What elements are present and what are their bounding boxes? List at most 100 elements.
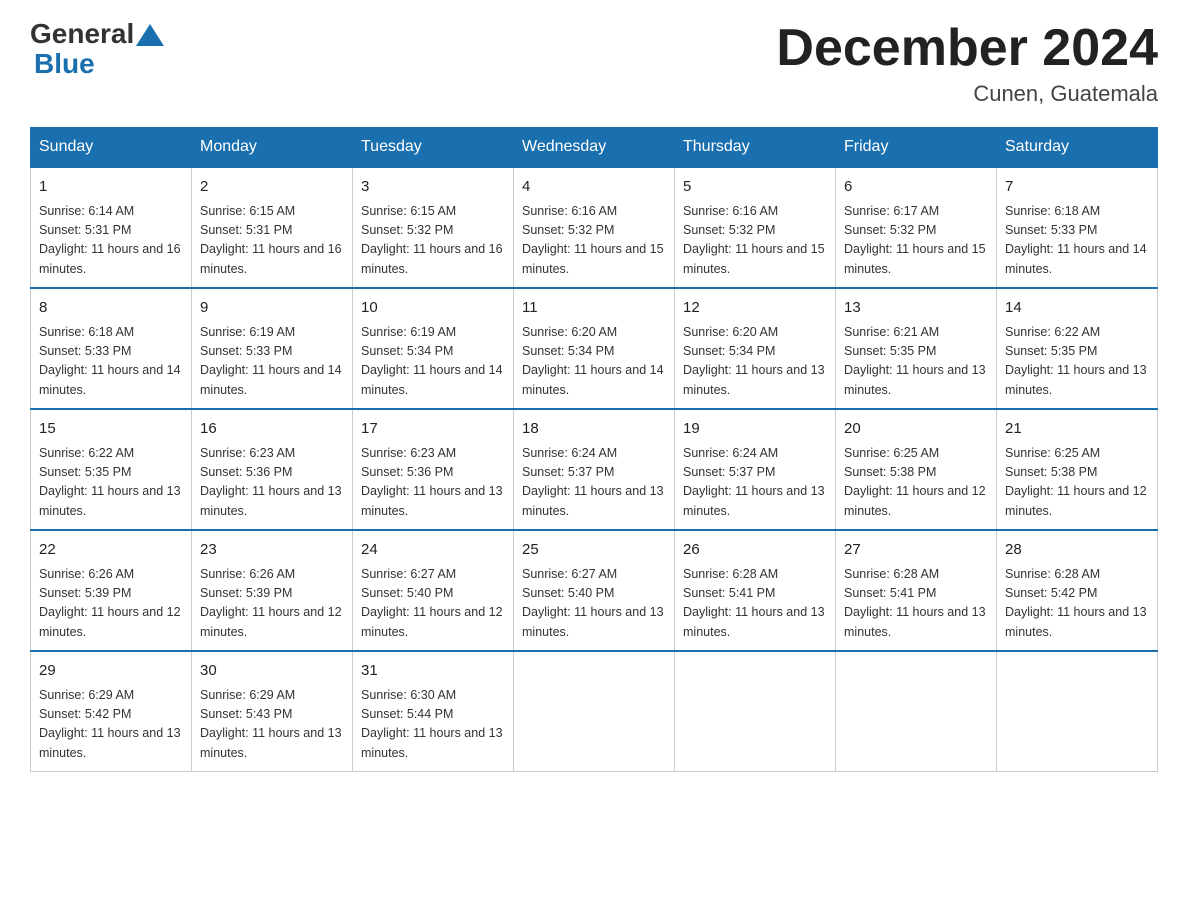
day-info: Sunrise: 6:28 AMSunset: 5:41 PMDaylight:… [844,565,988,643]
day-info: Sunrise: 6:21 AMSunset: 5:35 PMDaylight:… [844,323,988,401]
calendar-cell: 30 Sunrise: 6:29 AMSunset: 5:43 PMDaylig… [192,651,353,772]
week-row-3: 15 Sunrise: 6:22 AMSunset: 5:35 PMDaylig… [31,409,1158,530]
day-info: Sunrise: 6:14 AMSunset: 5:31 PMDaylight:… [39,202,183,280]
day-info: Sunrise: 6:30 AMSunset: 5:44 PMDaylight:… [361,686,505,764]
calendar-cell: 16 Sunrise: 6:23 AMSunset: 5:36 PMDaylig… [192,409,353,530]
header-monday: Monday [192,128,353,168]
header-friday: Friday [836,128,997,168]
day-number: 29 [39,660,183,683]
day-number: 13 [844,297,988,320]
calendar-cell: 2 Sunrise: 6:15 AMSunset: 5:31 PMDayligh… [192,167,353,288]
day-info: Sunrise: 6:18 AMSunset: 5:33 PMDaylight:… [1005,202,1149,280]
calendar-cell: 8 Sunrise: 6:18 AMSunset: 5:33 PMDayligh… [31,288,192,409]
day-number: 31 [361,660,505,683]
day-number: 5 [683,176,827,199]
day-number: 19 [683,418,827,441]
calendar-cell: 27 Sunrise: 6:28 AMSunset: 5:41 PMDaylig… [836,530,997,651]
day-info: Sunrise: 6:22 AMSunset: 5:35 PMDaylight:… [39,444,183,522]
calendar-cell: 18 Sunrise: 6:24 AMSunset: 5:37 PMDaylig… [514,409,675,530]
calendar-cell: 24 Sunrise: 6:27 AMSunset: 5:40 PMDaylig… [353,530,514,651]
calendar-cell [675,651,836,772]
calendar-cell: 23 Sunrise: 6:26 AMSunset: 5:39 PMDaylig… [192,530,353,651]
logo: General Blue [30,20,166,80]
day-number: 25 [522,539,666,562]
logo-triangle-icon [136,24,164,46]
day-number: 23 [200,539,344,562]
day-number: 15 [39,418,183,441]
day-info: Sunrise: 6:27 AMSunset: 5:40 PMDaylight:… [522,565,666,643]
day-number: 2 [200,176,344,199]
day-number: 12 [683,297,827,320]
day-number: 6 [844,176,988,199]
day-info: Sunrise: 6:17 AMSunset: 5:32 PMDaylight:… [844,202,988,280]
day-number: 17 [361,418,505,441]
location: Cunen, Guatemala [776,81,1158,107]
week-row-4: 22 Sunrise: 6:26 AMSunset: 5:39 PMDaylig… [31,530,1158,651]
calendar-cell: 22 Sunrise: 6:26 AMSunset: 5:39 PMDaylig… [31,530,192,651]
day-info: Sunrise: 6:24 AMSunset: 5:37 PMDaylight:… [522,444,666,522]
day-number: 10 [361,297,505,320]
day-info: Sunrise: 6:24 AMSunset: 5:37 PMDaylight:… [683,444,827,522]
calendar-cell: 28 Sunrise: 6:28 AMSunset: 5:42 PMDaylig… [997,530,1158,651]
calendar-cell: 17 Sunrise: 6:23 AMSunset: 5:36 PMDaylig… [353,409,514,530]
calendar-table: SundayMondayTuesdayWednesdayThursdayFrid… [30,127,1158,772]
week-row-5: 29 Sunrise: 6:29 AMSunset: 5:42 PMDaylig… [31,651,1158,772]
day-info: Sunrise: 6:15 AMSunset: 5:31 PMDaylight:… [200,202,344,280]
day-info: Sunrise: 6:28 AMSunset: 5:42 PMDaylight:… [1005,565,1149,643]
calendar-cell: 29 Sunrise: 6:29 AMSunset: 5:42 PMDaylig… [31,651,192,772]
day-info: Sunrise: 6:23 AMSunset: 5:36 PMDaylight:… [361,444,505,522]
calendar-cell: 3 Sunrise: 6:15 AMSunset: 5:32 PMDayligh… [353,167,514,288]
day-info: Sunrise: 6:27 AMSunset: 5:40 PMDaylight:… [361,565,505,643]
calendar-cell [514,651,675,772]
day-info: Sunrise: 6:16 AMSunset: 5:32 PMDaylight:… [683,202,827,280]
day-number: 28 [1005,539,1149,562]
calendar-cell: 7 Sunrise: 6:18 AMSunset: 5:33 PMDayligh… [997,167,1158,288]
logo-general-text: General [30,20,134,48]
day-number: 21 [1005,418,1149,441]
calendar-cell: 9 Sunrise: 6:19 AMSunset: 5:33 PMDayligh… [192,288,353,409]
day-number: 16 [200,418,344,441]
day-info: Sunrise: 6:15 AMSunset: 5:32 PMDaylight:… [361,202,505,280]
calendar-cell: 11 Sunrise: 6:20 AMSunset: 5:34 PMDaylig… [514,288,675,409]
calendar-cell: 13 Sunrise: 6:21 AMSunset: 5:35 PMDaylig… [836,288,997,409]
calendar-cell: 20 Sunrise: 6:25 AMSunset: 5:38 PMDaylig… [836,409,997,530]
day-number: 7 [1005,176,1149,199]
week-row-2: 8 Sunrise: 6:18 AMSunset: 5:33 PMDayligh… [31,288,1158,409]
calendar-cell: 6 Sunrise: 6:17 AMSunset: 5:32 PMDayligh… [836,167,997,288]
day-info: Sunrise: 6:19 AMSunset: 5:34 PMDaylight:… [361,323,505,401]
calendar-cell: 12 Sunrise: 6:20 AMSunset: 5:34 PMDaylig… [675,288,836,409]
day-number: 1 [39,176,183,199]
month-title: December 2024 [776,20,1158,77]
header-wednesday: Wednesday [514,128,675,168]
day-number: 14 [1005,297,1149,320]
calendar-cell: 5 Sunrise: 6:16 AMSunset: 5:32 PMDayligh… [675,167,836,288]
day-number: 8 [39,297,183,320]
day-number: 20 [844,418,988,441]
day-info: Sunrise: 6:20 AMSunset: 5:34 PMDaylight:… [683,323,827,401]
day-number: 4 [522,176,666,199]
day-number: 24 [361,539,505,562]
day-number: 30 [200,660,344,683]
day-info: Sunrise: 6:22 AMSunset: 5:35 PMDaylight:… [1005,323,1149,401]
day-number: 18 [522,418,666,441]
day-number: 26 [683,539,827,562]
day-number: 27 [844,539,988,562]
day-info: Sunrise: 6:25 AMSunset: 5:38 PMDaylight:… [844,444,988,522]
calendar-cell: 1 Sunrise: 6:14 AMSunset: 5:31 PMDayligh… [31,167,192,288]
calendar-cell: 15 Sunrise: 6:22 AMSunset: 5:35 PMDaylig… [31,409,192,530]
day-number: 3 [361,176,505,199]
calendar-cell: 21 Sunrise: 6:25 AMSunset: 5:38 PMDaylig… [997,409,1158,530]
day-info: Sunrise: 6:23 AMSunset: 5:36 PMDaylight:… [200,444,344,522]
title-block: December 2024 Cunen, Guatemala [776,20,1158,107]
day-info: Sunrise: 6:19 AMSunset: 5:33 PMDaylight:… [200,323,344,401]
header-thursday: Thursday [675,128,836,168]
day-info: Sunrise: 6:29 AMSunset: 5:42 PMDaylight:… [39,686,183,764]
logo-blue-text: Blue [34,48,95,79]
day-info: Sunrise: 6:16 AMSunset: 5:32 PMDaylight:… [522,202,666,280]
day-number: 11 [522,297,666,320]
header-saturday: Saturday [997,128,1158,168]
calendar-header-row: SundayMondayTuesdayWednesdayThursdayFrid… [31,128,1158,168]
day-number: 22 [39,539,183,562]
calendar-cell: 10 Sunrise: 6:19 AMSunset: 5:34 PMDaylig… [353,288,514,409]
day-info: Sunrise: 6:20 AMSunset: 5:34 PMDaylight:… [522,323,666,401]
